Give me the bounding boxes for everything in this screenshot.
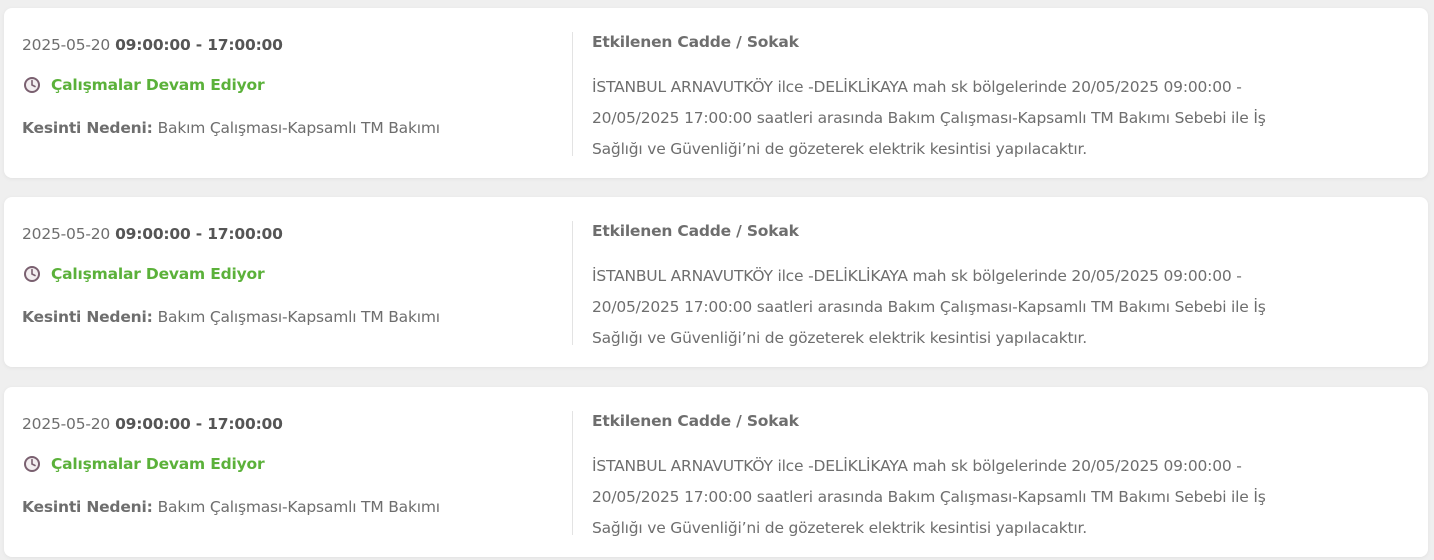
reason-value: Bakım Çalışması-Kapsamlı TM Bakımı [157, 498, 440, 516]
clock-icon [24, 266, 40, 282]
outage-card: 2025-05-20 09:00:00 - 17:00:00 Çalışmalar… [4, 387, 1428, 557]
outage-card: 2025-05-20 09:00:00 - 17:00:00 Çalışmalar… [4, 197, 1428, 367]
outage-status: Çalışmalar Devam Ediyor [22, 455, 265, 473]
status-text: Çalışmalar Devam Ediyor [51, 265, 265, 283]
outage-summary: 2025-05-20 09:00:00 - 17:00:00 Çalışmalar… [22, 197, 562, 367]
outage-status: Çalışmalar Devam Ediyor [22, 76, 265, 94]
outage-reason: Kesinti Nedeni: Bakım Çalışması-Kapsamlı … [22, 498, 440, 516]
outage-date: 2025-05-20 [22, 36, 111, 54]
affected-description: İSTANBUL ARNAVUTKÖY ilce -DELİKLİKAYA ma… [592, 267, 1266, 347]
outage-time-range: 09:00:00 - 17:00:00 [115, 36, 283, 54]
reason-value: Bakım Çalışması-Kapsamlı TM Bakımı [157, 119, 440, 137]
card-divider [572, 411, 573, 535]
reason-label: Kesinti Nedeni: [22, 308, 153, 326]
outage-datetime: 2025-05-20 09:00:00 - 17:00:00 [22, 415, 283, 433]
outage-datetime: 2025-05-20 09:00:00 - 17:00:00 [22, 225, 283, 243]
card-divider [572, 32, 573, 156]
outage-date: 2025-05-20 [22, 225, 111, 243]
outage-summary: 2025-05-20 09:00:00 - 17:00:00 Çalışmalar… [22, 8, 562, 178]
outage-card: 2025-05-20 09:00:00 - 17:00:00 Çalışmalar… [4, 8, 1428, 178]
outage-time-range: 09:00:00 - 17:00:00 [115, 225, 283, 243]
reason-label: Kesinti Nedeni: [22, 498, 153, 516]
outage-time-range: 09:00:00 - 17:00:00 [115, 415, 283, 433]
reason-label: Kesinti Nedeni: [22, 119, 153, 137]
clock-icon [24, 456, 40, 472]
outage-datetime: 2025-05-20 09:00:00 - 17:00:00 [22, 36, 283, 54]
affected-title: Etkilenen Cadde / Sokak [592, 33, 799, 51]
affected-description: İSTANBUL ARNAVUTKÖY ilce -DELİKLİKAYA ma… [592, 457, 1266, 537]
outage-status: Çalışmalar Devam Ediyor [22, 265, 265, 283]
outage-reason: Kesinti Nedeni: Bakım Çalışması-Kapsamlı … [22, 119, 440, 137]
outage-reason: Kesinti Nedeni: Bakım Çalışması-Kapsamlı … [22, 308, 440, 326]
reason-value: Bakım Çalışması-Kapsamlı TM Bakımı [157, 308, 440, 326]
affected-description: İSTANBUL ARNAVUTKÖY ilce -DELİKLİKAYA ma… [592, 78, 1266, 158]
status-text: Çalışmalar Devam Ediyor [51, 76, 265, 94]
outage-date: 2025-05-20 [22, 415, 111, 433]
affected-title: Etkilenen Cadde / Sokak [592, 412, 799, 430]
card-divider [572, 221, 573, 345]
outage-summary: 2025-05-20 09:00:00 - 17:00:00 Çalışmalar… [22, 387, 562, 557]
affected-title: Etkilenen Cadde / Sokak [592, 222, 799, 240]
status-text: Çalışmalar Devam Ediyor [51, 455, 265, 473]
clock-icon [24, 77, 40, 93]
